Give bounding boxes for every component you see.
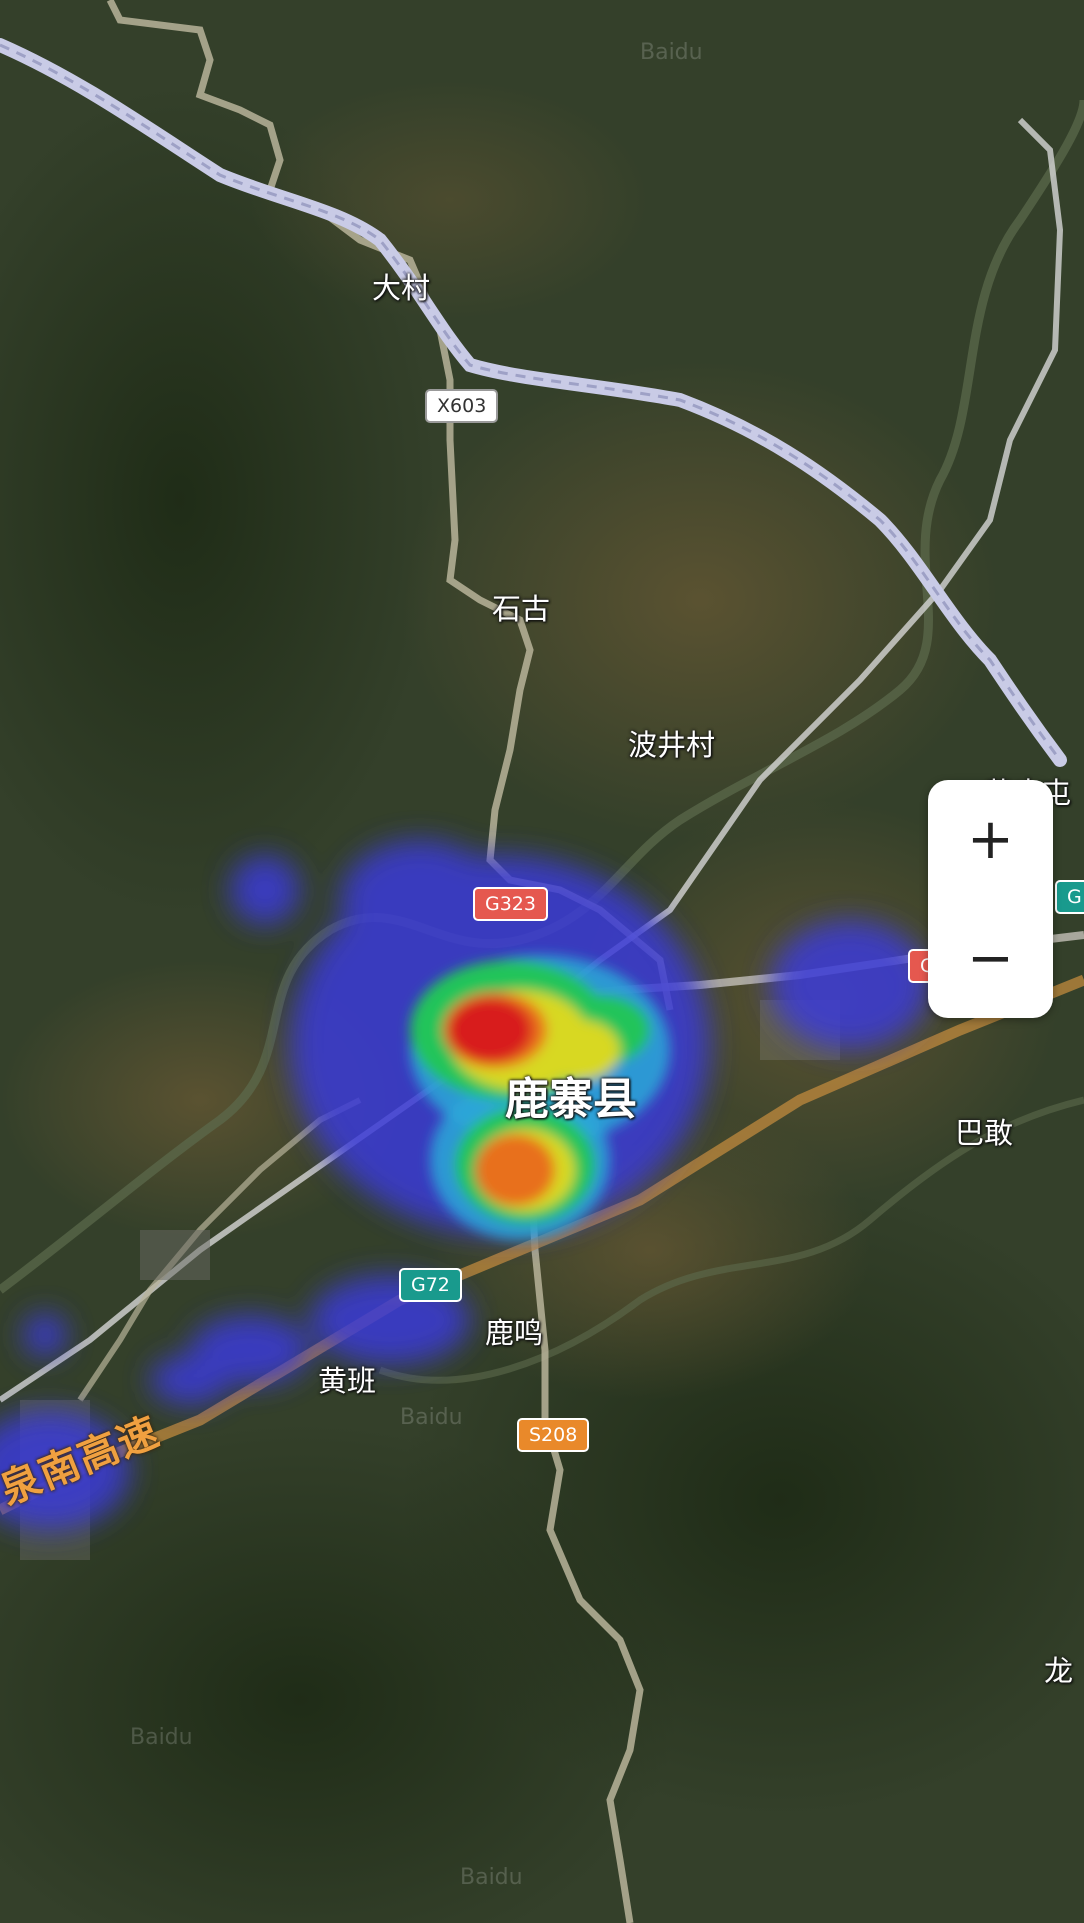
map-view[interactable]: Baidu Baidu Baidu Baidu 大村 石古 波井村 黄皮屯 鹿寨… xyxy=(0,0,1084,1923)
place-label-luming[interactable]: 鹿鸣 xyxy=(485,1310,543,1352)
road-shield-s208[interactable]: S208 xyxy=(517,1418,590,1452)
place-label-huangban[interactable]: 黄班 xyxy=(318,1358,376,1400)
road-shield-g72[interactable]: G72 xyxy=(399,1268,462,1302)
map-watermark: Baidu xyxy=(400,1405,463,1430)
place-label-dacun[interactable]: 大村 xyxy=(372,265,430,307)
zoom-in-button[interactable]: + xyxy=(928,780,1053,899)
place-label-long[interactable]: 龙 xyxy=(1044,1648,1073,1690)
zoom-out-button[interactable]: − xyxy=(928,899,1053,1018)
road-shield-g-east[interactable]: G xyxy=(1055,880,1084,914)
map-watermark: Baidu xyxy=(460,1865,523,1890)
urban-area xyxy=(140,1230,210,1280)
zoom-control: + − xyxy=(928,780,1053,1018)
map-watermark: Baidu xyxy=(640,40,703,65)
place-label-bagan[interactable]: 巴敢 xyxy=(955,1110,1013,1152)
place-label-luzhaixian[interactable]: 鹿寨县 xyxy=(505,1063,637,1127)
place-label-shigu[interactable]: 石古 xyxy=(492,586,550,628)
road-shield-g323[interactable]: G323 xyxy=(473,887,548,921)
road-shield-x603[interactable]: X603 xyxy=(425,389,499,423)
map-watermark: Baidu xyxy=(130,1725,193,1750)
place-label-bojingcun[interactable]: 波井村 xyxy=(628,722,715,764)
